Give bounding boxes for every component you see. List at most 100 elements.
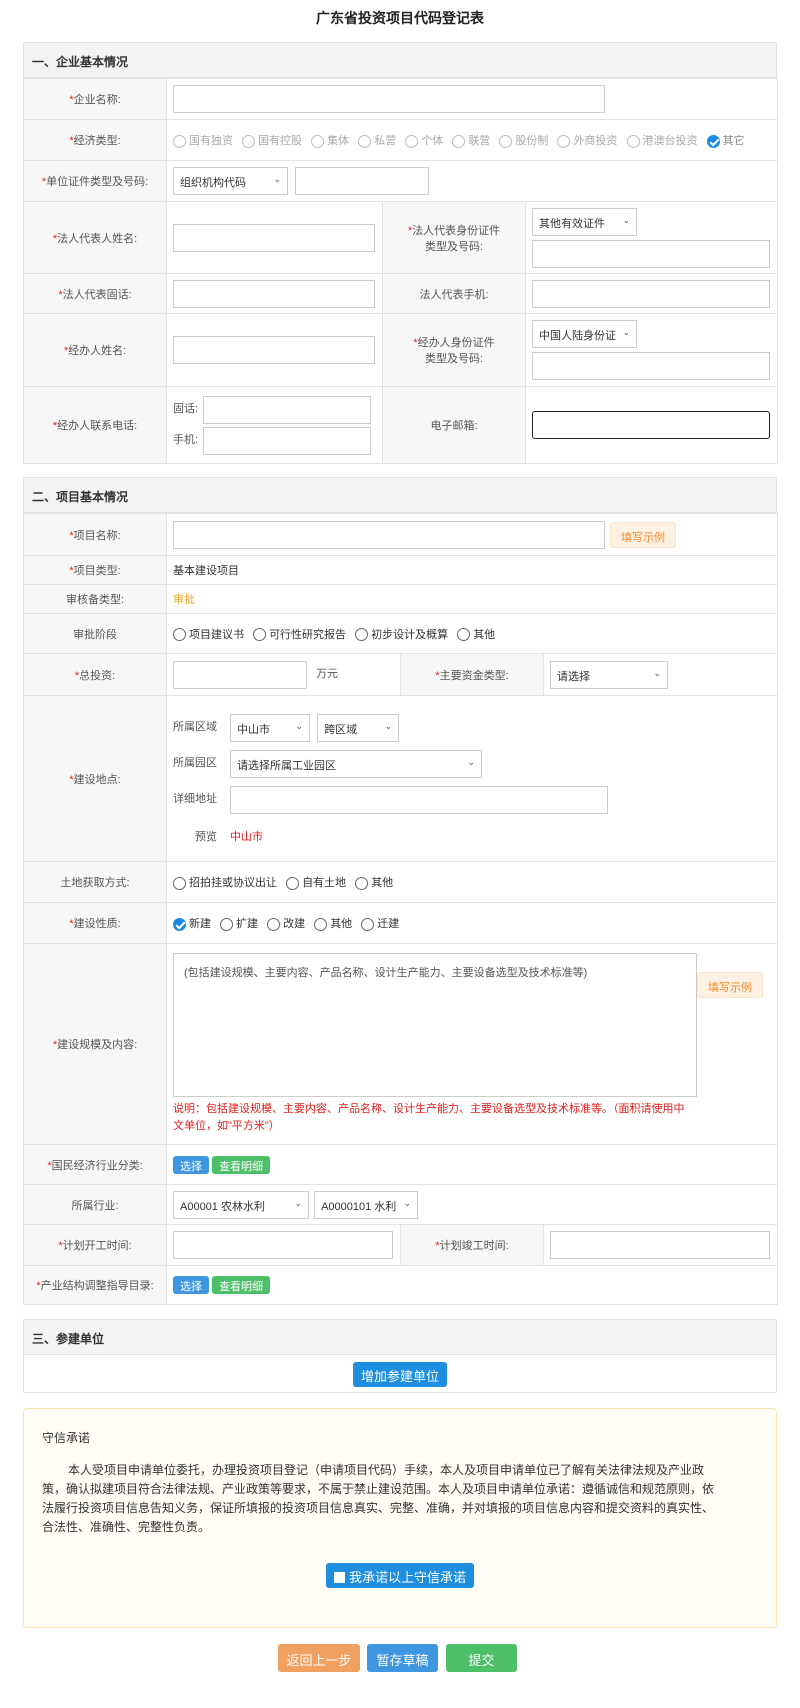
section-project-heading: 二、项目基本情况 bbox=[23, 477, 777, 513]
legal-phone-input[interactable] bbox=[173, 279, 375, 308]
id-type-select[interactable]: 组织机构代码 ⌄ bbox=[173, 167, 288, 195]
park-select[interactable]: 请选择所属工业园区 ⌄ bbox=[230, 749, 483, 778]
economy-option[interactable]: 外商投资 bbox=[557, 132, 617, 148]
economy-option[interactable]: 个体 bbox=[405, 132, 443, 148]
agent-contact-label: *经办人联系电话: bbox=[23, 386, 167, 464]
legal-mobile-input[interactable] bbox=[532, 279, 770, 308]
fund-type-label: *主要资金类型: bbox=[400, 653, 544, 696]
economy-option[interactable]: 港澳台投资 bbox=[626, 132, 698, 148]
landline-label: 固话: bbox=[173, 403, 199, 416]
legal-phone-label: *法人代表固话: bbox=[23, 273, 167, 314]
landline-input[interactable] bbox=[203, 395, 371, 424]
legal-id-label: *法人代表身份证件 类型及号码: bbox=[382, 201, 526, 274]
chevron-down-icon: ⌄ bbox=[384, 720, 393, 731]
end-time-input[interactable] bbox=[550, 1231, 770, 1259]
fund-type-select[interactable]: 请选择 ⌄ bbox=[550, 660, 668, 689]
cross-region-select[interactable]: 跨区域 ⌄ bbox=[317, 713, 400, 742]
review-type-value: 审批 bbox=[165, 584, 779, 614]
region-label: 所属区域 bbox=[173, 721, 217, 734]
legal-name-input[interactable] bbox=[173, 223, 375, 252]
company-name-input[interactable] bbox=[173, 85, 605, 113]
save-draft-button[interactable]: 暂存草稿 bbox=[367, 1644, 438, 1672]
participants-area: 增加参建单位 bbox=[23, 1355, 777, 1393]
economy-type-group: 国有独资 国有控股 集体 私营 个体 联营 股份制 外商投资 港澳台投资 其它 bbox=[165, 119, 779, 161]
total-invest-input[interactable] bbox=[173, 660, 307, 689]
region-select[interactable]: 中山市 ⌄ bbox=[230, 713, 311, 742]
agent-name-label: *经办人姓名: bbox=[23, 313, 167, 387]
address-input[interactable] bbox=[230, 785, 609, 814]
economy-option[interactable]: 国有独资 bbox=[173, 132, 233, 148]
nature-label: *建设性质: bbox=[23, 902, 167, 944]
address-label: 详细地址 bbox=[173, 793, 217, 806]
chevron-down-icon: ⌄ bbox=[622, 327, 630, 337]
stage-option[interactable]: 初步设计及概算 bbox=[355, 626, 448, 642]
land-option[interactable]: 招拍挂或协议出让 bbox=[173, 874, 277, 890]
chevron-down-icon: ⌄ bbox=[294, 1197, 302, 1208]
stage-option[interactable]: 其他 bbox=[457, 626, 495, 642]
scale-example-button[interactable]: 填写示例 bbox=[697, 972, 763, 998]
agree-promise-button[interactable]: 我承诺以上守信承诺 bbox=[325, 1563, 474, 1588]
project-name-input[interactable] bbox=[173, 520, 605, 549]
page: 广东省投资项目代码登记表 一、企业基本情况 *企业名称: *经济类型: 国有独资… bbox=[0, 0, 800, 1708]
back-button[interactable]: 返回上一步 bbox=[278, 1644, 360, 1672]
economy-option-selected[interactable]: 其它 bbox=[706, 132, 745, 148]
project-name-label: *项目名称: bbox=[23, 513, 167, 556]
nature-option[interactable]: 扩建 bbox=[220, 915, 258, 931]
industry-class-select-button[interactable]: 选择 bbox=[173, 1155, 209, 1174]
scale-note: 说明：包括建设规模、主要内容、产品名称、设计生产能力、主要设备选型及技术标准等。… bbox=[173, 1103, 685, 1132]
enterprise-table: *企业名称: *经济类型: 国有独资 国有控股 集体 私营 个体 联营 股份制 … bbox=[23, 78, 779, 464]
guide-detail-button[interactable]: 查看明细 bbox=[212, 1276, 271, 1294]
industry-class-detail-button[interactable]: 查看明细 bbox=[212, 1155, 271, 1174]
checkbox-icon bbox=[333, 1572, 345, 1583]
economy-option[interactable]: 股份制 bbox=[499, 132, 548, 148]
project-name-example-button[interactable]: 填写示例 bbox=[610, 521, 677, 548]
submit-button[interactable]: 提交 bbox=[446, 1644, 517, 1672]
economy-option[interactable]: 联营 bbox=[452, 132, 490, 148]
email-input[interactable] bbox=[532, 411, 770, 439]
total-invest-label: *总投资: bbox=[23, 653, 167, 696]
industry-select-1[interactable]: A00001 农林水利 ⌄ bbox=[173, 1190, 309, 1219]
chevron-down-icon: ⌄ bbox=[403, 1197, 412, 1208]
agent-name-input[interactable] bbox=[173, 336, 375, 364]
preview-value: 中山市 bbox=[230, 830, 264, 843]
economy-type-label: *经济类型: bbox=[23, 119, 167, 161]
economy-option[interactable]: 集体 bbox=[311, 132, 349, 148]
nature-option[interactable]: 改建 bbox=[267, 915, 305, 931]
chevron-down-icon: ⌄ bbox=[653, 667, 661, 678]
agent-id-label: *经办人身份证件 类型及号码: bbox=[382, 313, 526, 387]
economy-option[interactable]: 国有控股 bbox=[242, 132, 302, 148]
industry-class-label: *国民经济行业分类: bbox=[23, 1144, 167, 1185]
start-time-input[interactable] bbox=[173, 1231, 393, 1259]
add-participant-button[interactable]: 增加参建单位 bbox=[352, 1362, 447, 1387]
preview-label: 预览 bbox=[195, 830, 217, 843]
nature-option[interactable]: 其他 bbox=[314, 915, 352, 931]
email-label: 电子邮箱: bbox=[382, 386, 526, 464]
promise-text: 本人受项目申请单位委托，办理投资项目登记（申请项目代码）手续，本人及项目申请单位… bbox=[42, 1463, 715, 1534]
scale-textarea[interactable]: (包括建设规模、主要内容、产品名称、设计生产能力、主要设备选型及技术标准等) bbox=[173, 953, 697, 1097]
promise-box: 守信承诺 本人受项目申请单位委托，办理投资项目登记（申请项目代码）手续，本人及项… bbox=[23, 1408, 777, 1628]
id-number-input[interactable] bbox=[295, 167, 430, 195]
mobile-label: 手机: bbox=[173, 434, 199, 447]
stage-label: 审批阶段 bbox=[23, 613, 167, 654]
nature-option-selected[interactable]: 新建 bbox=[173, 915, 211, 931]
scale-label: *建设规模及内容: bbox=[23, 943, 167, 1145]
nature-group: 新建 扩建 改建 其他 迁建 bbox=[165, 902, 779, 944]
section-participants-heading: 三、参建单位 bbox=[23, 1319, 777, 1355]
id-type-label: *单位证件类型及号码: bbox=[23, 160, 167, 202]
legal-id-number-input[interactable] bbox=[532, 239, 770, 268]
land-option[interactable]: 其他 bbox=[355, 874, 393, 890]
stage-option[interactable]: 项目建议书 bbox=[173, 626, 244, 642]
agent-id-number-input[interactable] bbox=[532, 352, 770, 380]
industry-select-2[interactable]: A0000101 水利 ⌄ bbox=[314, 1190, 419, 1219]
agent-id-type-select[interactable]: 中国人陆身份证 ⌄ bbox=[532, 320, 637, 348]
total-invest-unit: 万元 bbox=[316, 668, 339, 681]
economy-option[interactable]: 私营 bbox=[358, 132, 396, 148]
legal-id-type-select[interactable]: 其他有效证件 ⌄ bbox=[532, 207, 637, 236]
nature-option[interactable]: 迁建 bbox=[361, 915, 399, 931]
company-name-label: *企业名称: bbox=[23, 78, 167, 120]
land-group: 招拍挂或协议出让 自有土地 其他 bbox=[165, 861, 779, 903]
guide-select-button[interactable]: 选择 bbox=[173, 1276, 209, 1294]
stage-option[interactable]: 可行性研究报告 bbox=[253, 626, 346, 642]
land-option[interactable]: 自有土地 bbox=[286, 874, 346, 890]
mobile-input[interactable] bbox=[203, 426, 371, 455]
